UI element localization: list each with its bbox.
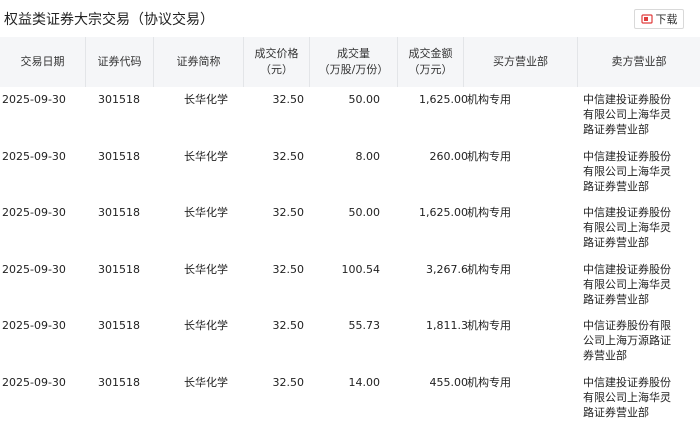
cell-price: 32.50 [272,375,305,389]
cell-amount: 455.00 [429,375,469,389]
table-row: 2025-09-30 301518 长华化学 32.50 14.00 455.00 机构专用… [0,375,700,431]
col-header-volume[interactable]: 成交量 （万股/万份） [310,37,398,87]
col-header-code[interactable]: 证券代码 [86,37,154,87]
cell-code: 301518 [98,319,140,332]
cell-amount: 1,811.3 [426,319,468,332]
cell-seller: 中信建投证券股份有限公司上海华灵路证券营业部 [583,262,671,306]
cell-code: 301518 [98,93,140,106]
cell-name: 长华化学 [184,93,228,106]
cell-price: 32.50 [272,206,305,219]
cell-date: 2025-09-30 [2,375,66,389]
cell-volume: 50.00 [348,206,381,219]
cell-code: 301518 [98,375,140,389]
cell-buyer: 机构专用 [467,149,511,163]
table-row: 2025-09-30 301518 长华化学 32.50 55.73 1,811.3 机构专… [0,318,700,374]
col-header-date[interactable]: 交易日期 [0,37,86,87]
cell-buyer: 机构专用 [467,262,511,276]
cell-seller: 中信建投证券股份有限公司上海华灵路证券营业部 [583,206,671,249]
cell-volume: 100.54 [341,262,381,276]
cell-name: 长华化学 [184,319,228,332]
download-label: 下载 [655,13,678,26]
cell-buyer: 机构专用 [467,375,511,389]
cell-date: 2025-09-30 [2,206,66,219]
cell-seller: 中信建投证券股份有限公司上海华灵路证券营业部 [583,375,671,419]
table-row: 2025-09-30 301518 长华化学 32.50 50.00 1,625.00 机构… [0,205,700,261]
download-button[interactable]: 下载 [634,9,684,29]
cell-name: 长华化学 [184,149,228,163]
col-header-seller[interactable]: 卖方营业部 [578,37,700,87]
cell-seller: 中信证券股份有限公司上海万源路证券营业部 [583,319,671,362]
cell-code: 301518 [98,149,140,163]
table-row: 2025-09-30 301518 长华化学 32.50 8.00 260.00 机构专用 中… [0,149,700,205]
col-header-name[interactable]: 证券简称 [154,37,244,87]
col-header-buyer[interactable]: 买方营业部 [464,37,578,87]
cell-code: 301518 [98,262,140,276]
cell-volume: 8.00 [355,149,381,163]
cell-amount: 1,625.00 [419,93,468,106]
cell-buyer: 机构专用 [467,319,511,332]
cell-price: 32.50 [272,319,305,332]
col-header-price[interactable]: 成交价格 （元） [244,37,310,87]
cell-seller: 中信建投证券股份有限公司上海华灵路证券营业部 [583,149,671,193]
cell-seller: 中信建投证券股份有限公司上海华灵路证券营业部 [583,93,671,136]
cell-date: 2025-09-30 [2,149,66,163]
cell-amount: 3,267.6 [426,262,468,276]
table-row: 2025-09-30 301518 长华化学 32.50 50.00 1,625.00 机构… [0,92,700,148]
cell-price: 32.50 [272,93,305,106]
cell-buyer: 机构专用 [467,93,511,106]
col-header-amount[interactable]: 成交金额 （万元） [398,37,464,87]
cell-amount: 260.00 [429,149,469,163]
cell-buyer: 机构专用 [467,206,511,219]
cell-date: 2025-09-30 [2,93,66,106]
cell-volume: 50.00 [348,93,381,106]
cell-name: 长华化学 [184,262,228,276]
cell-code: 301518 [98,206,140,219]
table-header: 交易日期 证券代码 证券简称 成交价格 （元） 成交量 （万股/万份） 成交金额 （万… [0,37,700,87]
download-icon [640,13,653,25]
cell-price: 32.50 [272,262,305,276]
cell-name: 长华化学 [184,375,228,389]
cell-volume: 55.73 [348,319,381,332]
cell-date: 2025-09-30 [2,319,66,332]
cell-amount: 1,625.00 [419,206,468,219]
cell-date: 2025-09-30 [2,262,66,276]
cell-name: 长华化学 [184,206,228,219]
cell-price: 32.50 [272,149,305,163]
cell-volume: 14.00 [348,375,381,389]
table-row: 2025-09-30 301518 长华化学 32.50 100.54 3,267.6 机构… [0,262,700,318]
page-title: 权益类证券大宗交易（协议交易） [4,12,214,28]
